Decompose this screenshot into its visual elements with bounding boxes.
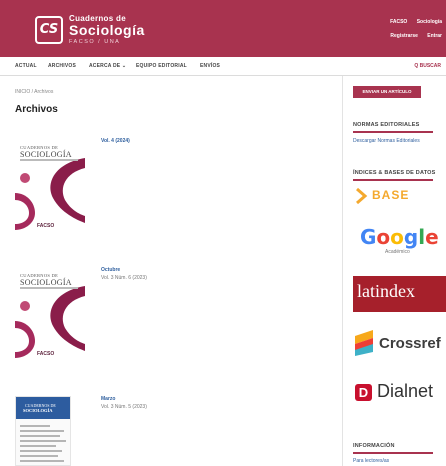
cover-subtitle-line xyxy=(20,287,78,289)
latindex-logo-text: latindex xyxy=(357,281,415,301)
cover-text-line xyxy=(20,435,60,437)
info-heading: INFORMACIÓN xyxy=(353,443,395,449)
logo-text-line3: FACSO / UNA xyxy=(69,39,121,45)
download-normas-link[interactable]: Descargar Normas Editoriales xyxy=(353,138,420,144)
page-title: Archivos xyxy=(15,104,58,115)
logo-text-line2: Sociología xyxy=(69,22,145,38)
normas-heading: NORMAS EDITORIALES xyxy=(353,122,420,128)
cover-title-large: SOCIOLOGÍA xyxy=(20,278,72,287)
column-divider xyxy=(342,76,343,466)
context-nav: FACSO Sociología xyxy=(382,19,442,25)
context-link-facso[interactable]: FACSO xyxy=(390,19,407,25)
base-logo[interactable]: BASE xyxy=(355,186,435,206)
cover-subtitle-line xyxy=(20,159,78,161)
register-link[interactable]: Registrarse xyxy=(390,33,418,39)
issue-title-link[interactable]: Marzo xyxy=(101,396,115,402)
issue-title-link[interactable]: Vol. 4 (2024) xyxy=(101,138,130,144)
crossref-logo[interactable]: Crossref xyxy=(353,328,446,358)
nav-item-envios[interactable]: ENVÍOS xyxy=(200,63,220,69)
dialnet-logo[interactable]: D Dialnet xyxy=(355,378,446,408)
latindex-logo[interactable]: latindex xyxy=(353,276,446,312)
issue-cover[interactable]: CUADERNOS DE SOCIOLOGÍA FACSO xyxy=(15,266,85,362)
cover-facso-logo: FACSO xyxy=(37,351,55,357)
cover-text-line xyxy=(20,430,64,432)
nav-item-actual[interactable]: ACTUAL xyxy=(15,63,37,69)
user-nav: Registrarse Entrar xyxy=(382,33,442,39)
info-readers-link[interactable]: Para lectores/as xyxy=(353,458,389,464)
base-chevron-icon xyxy=(356,187,368,205)
dialnet-logo-text: Dialnet xyxy=(377,381,434,401)
breadcrumb: INICIO / Archivos xyxy=(15,89,54,95)
site-logo[interactable]: CS Cuadernos de Sociología FACSO / UNA xyxy=(35,12,155,48)
cover-title-large: SOCIOLOGÍA xyxy=(20,150,72,159)
cover-text-line xyxy=(20,455,58,457)
cover-facso-logo: FACSO xyxy=(37,223,55,229)
google-scholar-subtitle: Académico xyxy=(385,249,410,255)
crossref-mark-icon xyxy=(355,330,373,356)
nav-item-equipo-editorial[interactable]: EQUIPO EDITORIAL xyxy=(136,63,187,69)
heading-rule xyxy=(353,131,433,133)
site-header: CS Cuadernos de Sociología FACSO / UNA F… xyxy=(0,0,446,57)
nav-item-archivos[interactable]: ARCHIVOS xyxy=(48,63,76,69)
main-nav: ACTUAL ARCHIVOS ACERCA DE ⌄ EQUIPO EDITO… xyxy=(0,57,446,76)
crossref-logo-text: Crossref xyxy=(379,335,441,352)
cs-logo-icon: CS xyxy=(35,16,63,44)
nav-item-acerca-de[interactable]: ACERCA DE ⌄ xyxy=(89,63,126,69)
submit-article-button[interactable]: ENVIAR UN ARTÍCULO xyxy=(353,86,421,98)
cover-text-line xyxy=(20,450,62,452)
cover-text-line xyxy=(20,425,50,427)
cover-text-line xyxy=(20,440,66,442)
heading-rule xyxy=(353,179,433,181)
google-logo-text: Google xyxy=(360,225,439,249)
cover-title-large: SOCIOLOGÍA xyxy=(23,408,53,413)
issue-cover[interactable]: CUADERNOS DE SOCIOLOGÍA FACSO xyxy=(15,138,85,234)
heading-rule xyxy=(353,452,433,454)
issue-title-link[interactable]: Octubre xyxy=(101,267,120,273)
cover-text-line xyxy=(20,460,64,462)
search-link[interactable]: Q BUSCAR xyxy=(414,63,441,69)
context-link-sociologia[interactable]: Sociología xyxy=(417,19,442,25)
issue-subtitle: Vol. 3 Núm. 5 (2023) xyxy=(101,404,147,410)
login-link[interactable]: Entrar xyxy=(427,33,442,39)
issue-subtitle: Vol. 3 Núm. 6 (2023) xyxy=(101,275,147,281)
issue-cover[interactable]: CUADERNOS DE SOCIOLOGÍA xyxy=(15,396,71,466)
cover-text-line xyxy=(20,445,56,447)
base-logo-text: BASE xyxy=(372,188,410,202)
google-scholar-logo[interactable]: Google Académico xyxy=(360,225,440,259)
indices-heading: ÍNDICES & BASES DE DATOS xyxy=(353,170,436,176)
dialnet-mark-icon: D xyxy=(355,384,372,401)
